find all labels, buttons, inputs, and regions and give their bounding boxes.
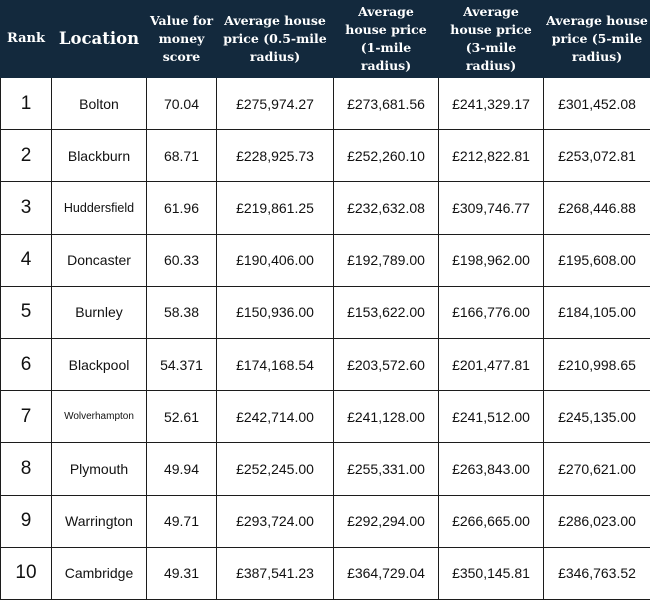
price-1-cell: £255,331.00 [333,442,439,496]
price-05-cell: £252,245.00 [216,442,334,496]
price-3-cell: £241,512.00 [438,390,544,444]
location-cell: Burnley [51,285,147,339]
price-1-cell: £153,622.00 [333,285,439,339]
table-row: 4 Doncaster 60.33 £190,406.00 £192,789.0… [0,233,650,287]
rank-cell: 8 [0,442,52,496]
price-05-cell: £228,925.73 [216,129,334,183]
price-05-cell: £174,168.54 [216,337,334,392]
price-5-cell: £184,105.00 [543,285,650,339]
score-cell: 61.96 [146,181,217,235]
location-cell: Doncaster [51,233,147,287]
rank-cell: 7 [0,390,52,444]
score-cell: 52.61 [146,390,217,444]
price-5-cell: £268,446.88 [543,181,650,235]
rank-cell: 3 [0,181,52,235]
price-5-cell: £346,763.52 [543,546,650,600]
rank-cell: 2 [0,129,52,183]
price-3-cell: £266,665.00 [438,494,544,548]
header-price-5: Average house price (5-mile radius) [543,0,650,78]
score-cell: 70.04 [146,76,217,131]
table-row: 6 Blackpool 54.371 £174,168.54 £203,572.… [0,337,650,392]
table-row: 3 Huddersfield 61.96 £219,861.25 £232,63… [0,181,650,235]
score-cell: 58.38 [146,285,217,339]
price-5-cell: £253,072.81 [543,129,650,183]
price-05-cell: £150,936.00 [216,285,334,339]
price-5-cell: £301,452.08 [543,76,650,131]
location-cell: Warrington [51,494,147,548]
location-cell: Blackburn [51,129,147,183]
price-3-cell: £212,822.81 [438,129,544,183]
score-cell: 49.94 [146,442,217,496]
price-1-cell: £273,681.56 [333,76,439,131]
price-1-cell: £203,572.60 [333,337,439,392]
price-5-cell: £286,023.00 [543,494,650,548]
price-3-cell: £241,329.17 [438,76,544,131]
header-price-3: Average house price (3-mile radius) [438,0,544,78]
price-1-cell: £292,294.00 [333,494,439,548]
score-cell: 54.371 [146,337,217,392]
rank-cell: 9 [0,494,52,548]
header-price-05: Average house price (0.5-mile radius) [216,0,334,78]
price-1-cell: £241,128.00 [333,390,439,444]
table-row: 10 Cambridge 49.31 £387,541.23 £364,729.… [0,546,650,600]
score-cell: 68.71 [146,129,217,183]
table-row: 1 Bolton 70.04 £275,974.27 £273,681.56 £… [0,76,650,131]
table-row: 5 Burnley 58.38 £150,936.00 £153,622.00 … [0,285,650,339]
header-rank: Rank [0,0,52,78]
score-cell: 60.33 [146,233,217,287]
location-cell: Blackpool [51,337,147,392]
price-5-cell: £245,135.00 [543,390,650,444]
location-cell: Wolverhampton [51,390,147,444]
header-location: Location [51,0,147,78]
table-row: 2 Blackburn 68.71 £228,925.73 £252,260.1… [0,129,650,183]
header-score: Value for money score [146,0,217,78]
price-3-cell: £350,145.81 [438,546,544,600]
price-3-cell: £309,746.77 [438,181,544,235]
rank-cell: 10 [0,546,52,600]
price-1-cell: £252,260.10 [333,129,439,183]
rank-cell: 4 [0,233,52,287]
location-cell: Huddersfield [51,181,147,235]
table-header-row: Rank Location Value for money score Aver… [0,0,650,78]
house-price-table: Rank Location Value for money score Aver… [0,0,650,600]
price-3-cell: £166,776.00 [438,285,544,339]
location-cell: Cambridge [51,546,147,600]
header-price-1: Average house price (1-mile radius) [333,0,439,78]
table-row: 9 Warrington 49.71 £293,724.00 £292,294.… [0,494,650,548]
price-1-cell: £364,729.04 [333,546,439,600]
location-cell: Plymouth [51,442,147,496]
score-cell: 49.71 [146,494,217,548]
price-05-cell: £242,714.00 [216,390,334,444]
price-5-cell: £195,608.00 [543,233,650,287]
price-05-cell: £219,861.25 [216,181,334,235]
rank-cell: 6 [0,337,52,392]
price-5-cell: £210,998.65 [543,337,650,392]
price-1-cell: £192,789.00 [333,233,439,287]
price-05-cell: £275,974.27 [216,76,334,131]
price-3-cell: £198,962.00 [438,233,544,287]
price-3-cell: £201,477.81 [438,337,544,392]
price-05-cell: £190,406.00 [216,233,334,287]
price-05-cell: £387,541.23 [216,546,334,600]
price-1-cell: £232,632.08 [333,181,439,235]
table-row: 8 Plymouth 49.94 £252,245.00 £255,331.00… [0,442,650,496]
rank-cell: 5 [0,285,52,339]
location-cell: Bolton [51,76,147,131]
price-5-cell: £270,621.00 [543,442,650,496]
rank-cell: 1 [0,76,52,131]
price-05-cell: £293,724.00 [216,494,334,548]
table-row: 7 Wolverhampton 52.61 £242,714.00 £241,1… [0,390,650,444]
price-3-cell: £263,843.00 [438,442,544,496]
score-cell: 49.31 [146,546,217,600]
